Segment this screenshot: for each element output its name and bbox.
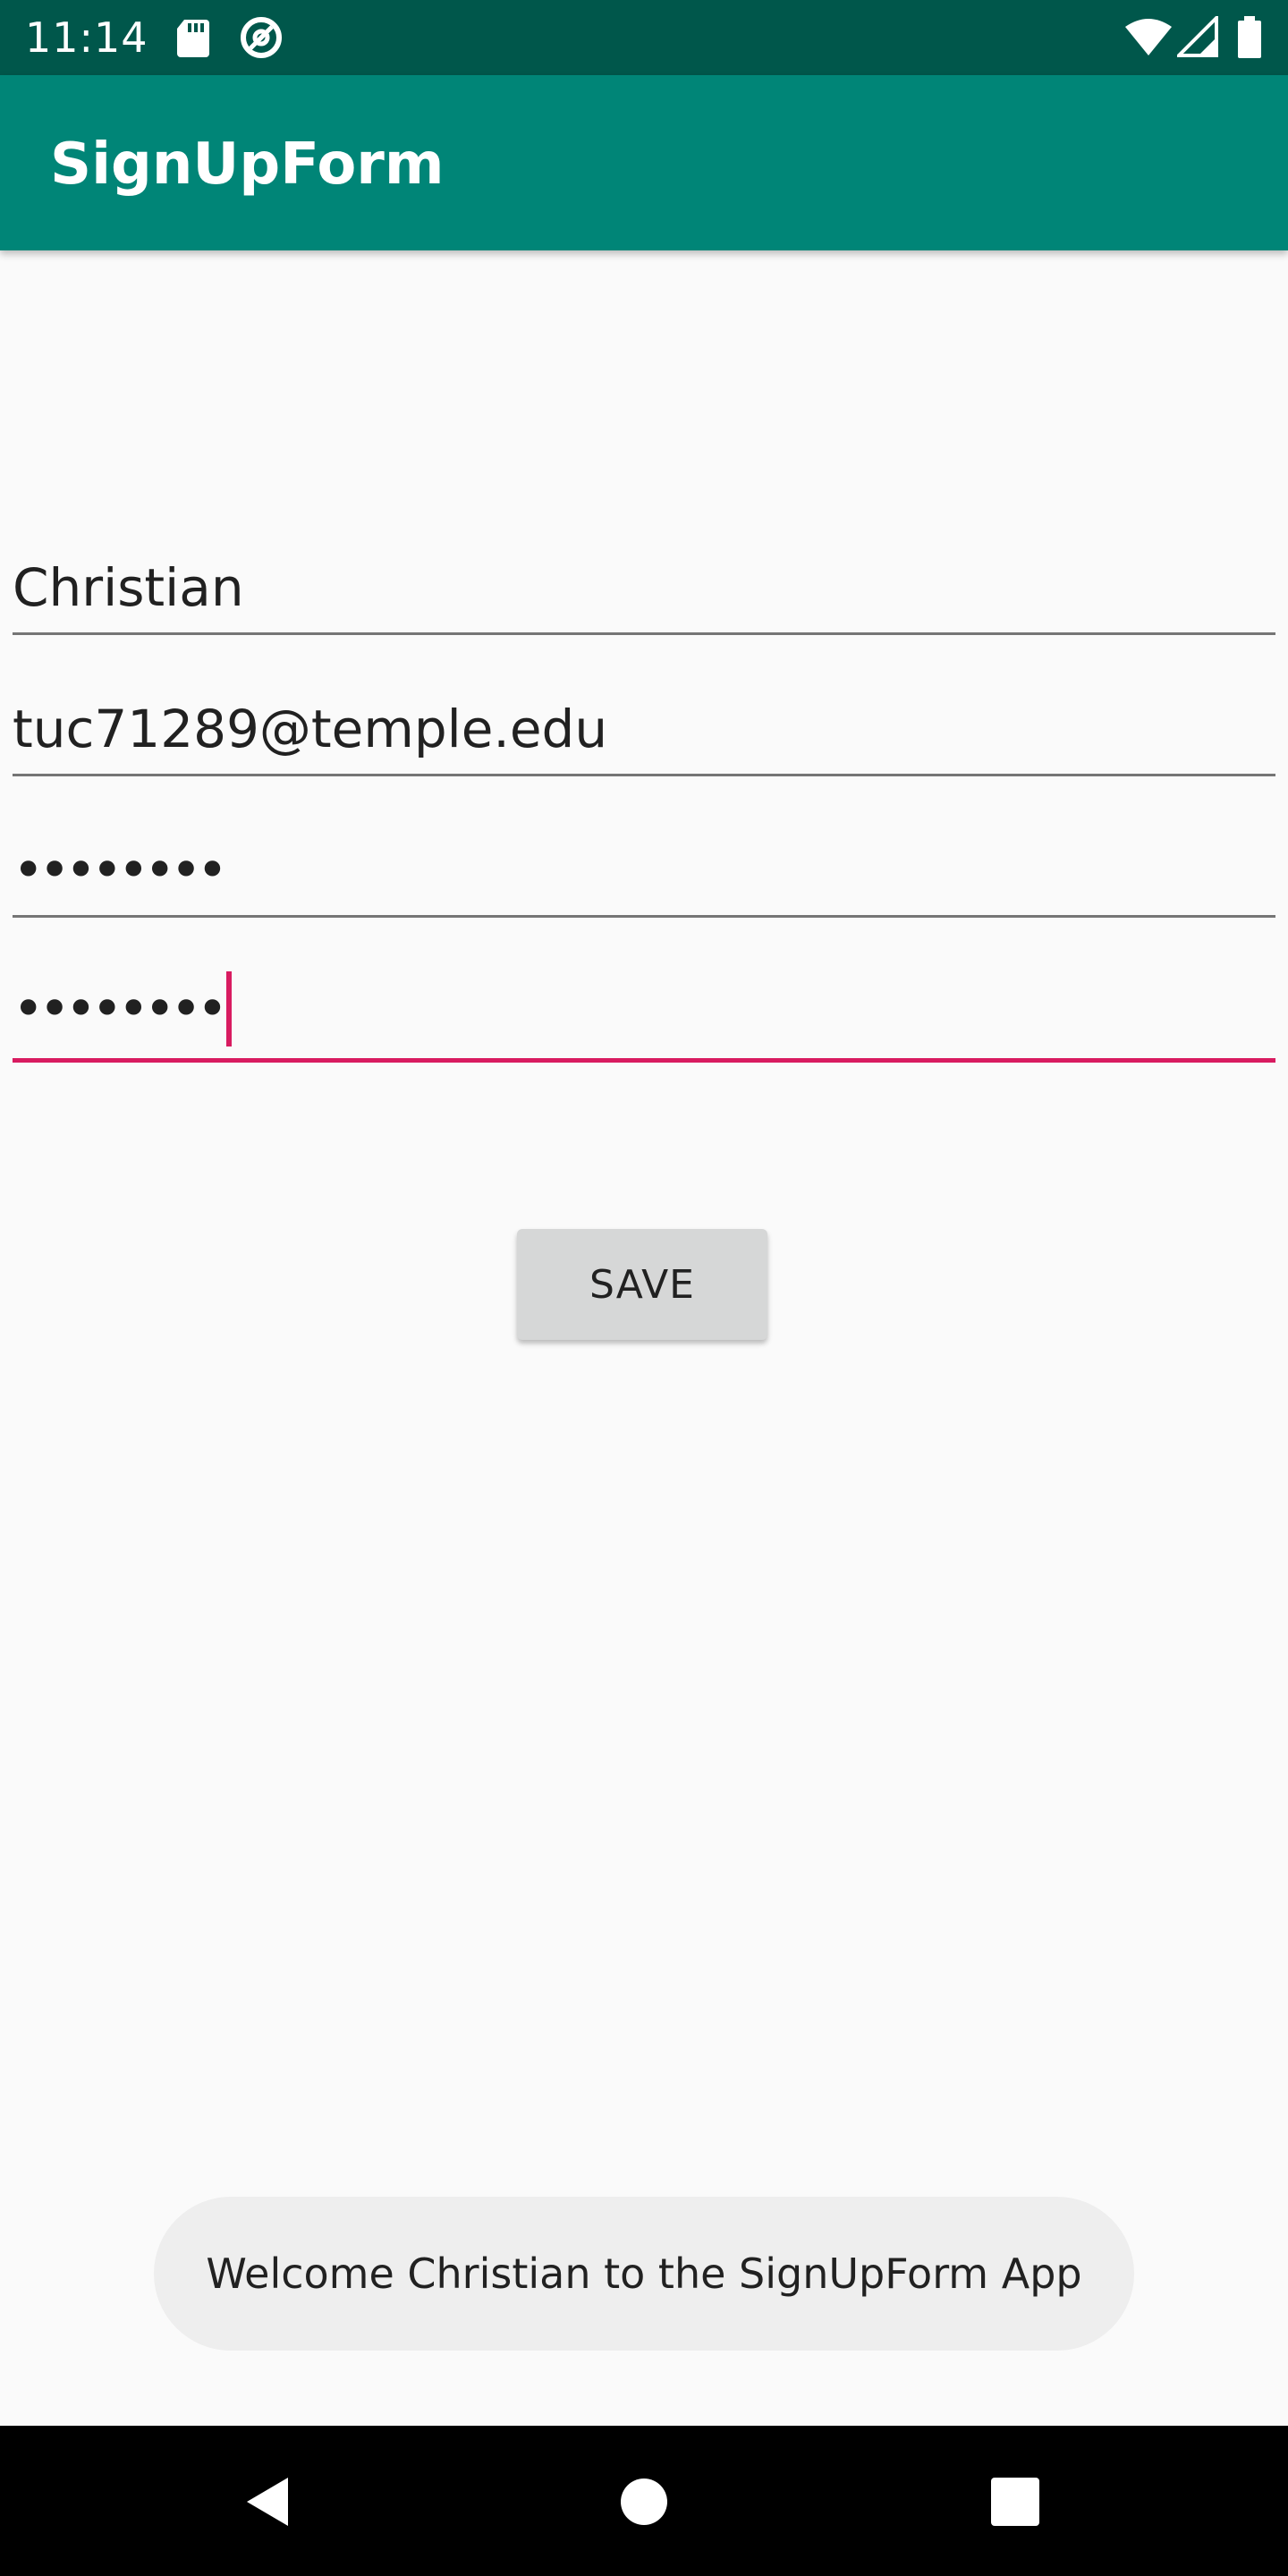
navigation-bar [0, 2426, 1288, 2576]
battery-icon [1238, 16, 1261, 58]
password-field-value: •••••••• [13, 835, 228, 902]
confirm-password-field[interactable]: •••••••• [13, 955, 1275, 1063]
name-field[interactable]: Christian [13, 528, 1275, 635]
password-field-underline [13, 915, 1275, 918]
name-field-value: Christian [13, 557, 244, 618]
at-sign-icon [241, 17, 282, 58]
back-icon[interactable] [238, 2470, 301, 2533]
sd-card-icon [177, 20, 209, 57]
signal-icon [1177, 16, 1218, 57]
email-field-underline [13, 774, 1275, 776]
app-title: SignUpForm [50, 131, 445, 198]
text-cursor [226, 971, 233, 1046]
confirm-password-dots: •••••••• [13, 978, 228, 1040]
wifi-icon [1125, 19, 1172, 55]
home-icon[interactable] [613, 2470, 675, 2533]
toast-text: Welcome Christian to the SignUpForm App [206, 2250, 1082, 2298]
toast-message: Welcome Christian to the SignUpForm App [154, 2197, 1134, 2351]
status-time: 11:14 [25, 13, 148, 62]
email-field[interactable]: tuc71289@temple.edu [13, 669, 1275, 776]
recents-icon[interactable] [984, 2470, 1046, 2533]
save-button[interactable]: SAVE [517, 1229, 767, 1340]
confirm-password-field-underline [13, 1058, 1275, 1063]
app-bar: SignUpForm [0, 75, 1288, 250]
name-field-underline [13, 632, 1275, 635]
status-bar: 11:14 [0, 0, 1288, 75]
password-dots: •••••••• [13, 839, 228, 902]
password-field[interactable]: •••••••• [13, 810, 1275, 918]
confirm-password-field-value: •••••••• [13, 971, 233, 1046]
email-field-value: tuc71289@temple.edu [13, 699, 608, 759]
